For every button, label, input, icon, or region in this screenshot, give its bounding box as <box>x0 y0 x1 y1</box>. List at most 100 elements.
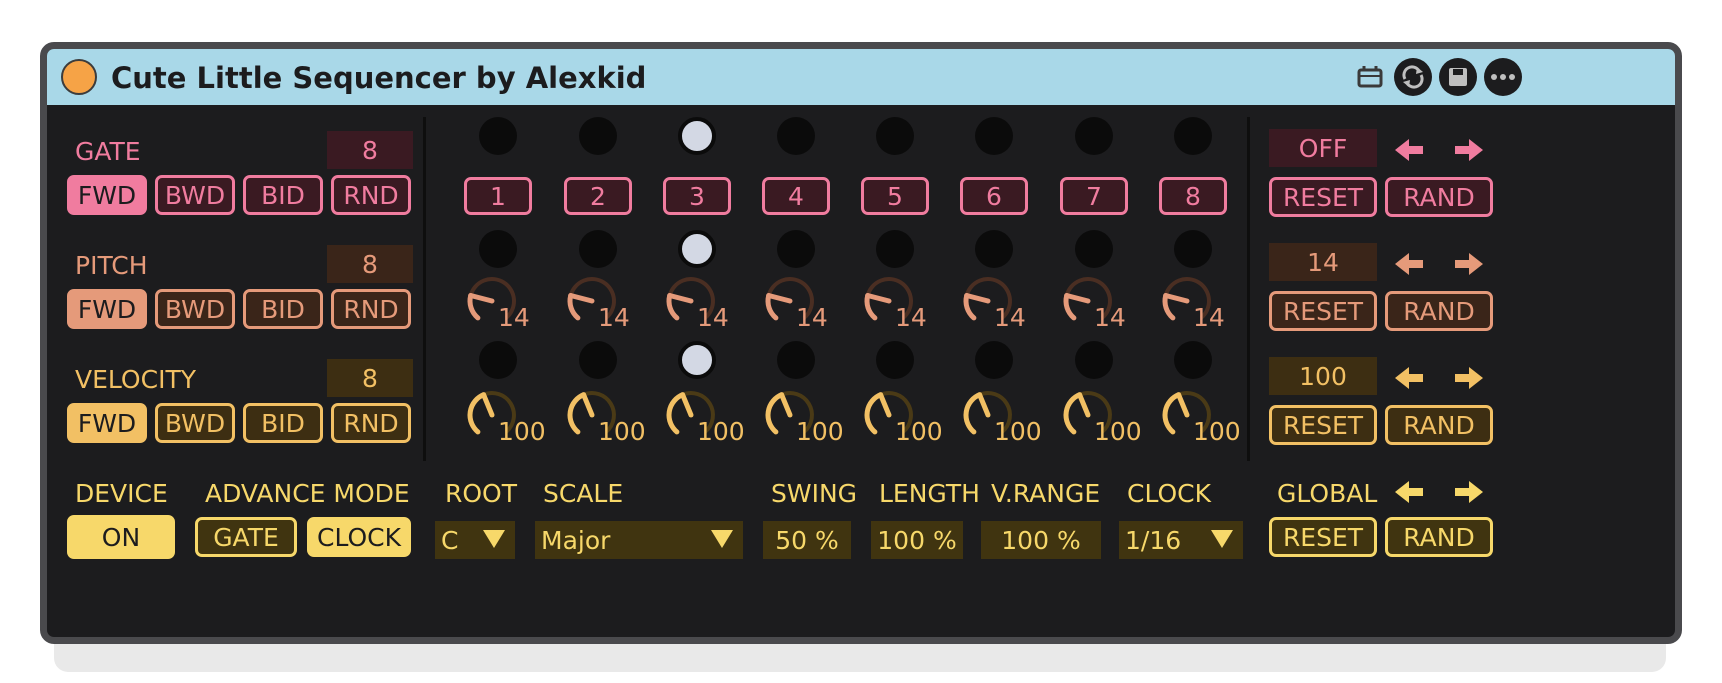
velocity-step-6-knob[interactable]: 100 <box>958 377 1048 455</box>
gate-step-7-button[interactable]: 7 <box>1060 177 1128 215</box>
gate-next-arrow-icon[interactable] <box>1451 137 1485 163</box>
global-reset-button[interactable]: RESET <box>1269 517 1377 557</box>
gate-step-5-button[interactable]: 5 <box>861 177 929 215</box>
device-on-button[interactable]: ON <box>67 515 175 559</box>
gate-mode-bid-button[interactable]: BID <box>243 175 323 215</box>
velocity-knob-value: 100 <box>498 417 546 446</box>
pitch-step-3-knob[interactable]: 14 <box>661 263 751 341</box>
velocity-next-arrow-icon[interactable] <box>1451 365 1485 391</box>
gate-step-8-button[interactable]: 8 <box>1159 177 1227 215</box>
gate-step-6-button[interactable]: 6 <box>960 177 1028 215</box>
advance-mode-label: ADVANCE MODE <box>205 479 410 508</box>
gate-length[interactable]: 8 <box>327 131 413 169</box>
velocity-step-4-knob[interactable]: 100 <box>760 377 850 455</box>
title-bar: Cute Little Sequencer by Alexkid <box>47 49 1675 105</box>
velocity-label: VELOCITY <box>75 365 196 394</box>
pitch-mode-bwd-button[interactable]: BWD <box>155 289 235 329</box>
global-rand-button[interactable]: RAND <box>1385 517 1493 557</box>
gate-step-indicator <box>975 117 1013 155</box>
swing-value[interactable]: 50 % <box>763 521 851 559</box>
velocity-prev-arrow-icon[interactable] <box>1393 365 1427 391</box>
pitch-knob-value: 14 <box>1193 303 1225 332</box>
pitch-value[interactable]: 14 <box>1269 243 1377 281</box>
clock-menu[interactable]: 1/16 <box>1119 521 1243 559</box>
gate-mode-fwd-button[interactable]: FWD <box>67 175 147 215</box>
pitch-step-2-knob[interactable]: 14 <box>562 263 652 341</box>
velocity-step-3-knob[interactable]: 100 <box>661 377 751 455</box>
gate-step-3-button[interactable]: 3 <box>663 177 731 215</box>
pitch-length[interactable]: 8 <box>327 245 413 283</box>
root-menu[interactable]: C <box>435 521 515 559</box>
clock-label: CLOCK <box>1127 479 1212 508</box>
save-icon[interactable] <box>1439 58 1477 96</box>
gate-step-indicator <box>1174 117 1212 155</box>
velocity-knob-value: 100 <box>1193 417 1241 446</box>
pitch-step-1-knob[interactable]: 14 <box>462 263 552 341</box>
sync-icon[interactable] <box>1394 58 1432 96</box>
velocity-step-2-knob[interactable]: 100 <box>562 377 652 455</box>
velocity-knob-value: 100 <box>1094 417 1142 446</box>
pitch-mode-fwd-button[interactable]: FWD <box>67 289 147 329</box>
velocity-knob-value: 100 <box>697 417 745 446</box>
advance-gate-button[interactable]: GATE <box>195 517 297 557</box>
pitch-rand-button[interactable]: RAND <box>1385 291 1493 331</box>
vrange-label: V.RANGE <box>991 479 1101 508</box>
vrange-value[interactable]: 100 % <box>981 521 1101 559</box>
velocity-knob-value: 100 <box>895 417 943 446</box>
device-icon[interactable] <box>1351 58 1389 96</box>
device-window: Cute Little Sequencer by Alexkid GATE 8 … <box>40 42 1682 644</box>
velocity-step-indicator <box>1174 341 1212 379</box>
gate-prev-arrow-icon[interactable] <box>1393 137 1427 163</box>
velocity-step-indicator <box>579 341 617 379</box>
gate-mode-rnd-button[interactable]: RND <box>331 175 411 215</box>
gate-value[interactable]: OFF <box>1269 129 1377 167</box>
velocity-length[interactable]: 8 <box>327 359 413 397</box>
velocity-knob-value: 100 <box>598 417 646 446</box>
more-icon[interactable] <box>1484 58 1522 96</box>
gate-step-4-button[interactable]: 4 <box>762 177 830 215</box>
gate-reset-button[interactable]: RESET <box>1269 177 1377 217</box>
pitch-mode-bid-button[interactable]: BID <box>243 289 323 329</box>
gate-step-indicator <box>678 117 716 155</box>
gate-step-2-button[interactable]: 2 <box>564 177 632 215</box>
clock-value: 1/16 <box>1125 525 1182 555</box>
gate-mode-bwd-button[interactable]: BWD <box>155 175 235 215</box>
velocity-mode-bid-button[interactable]: BID <box>243 403 323 443</box>
pitch-step-6-knob[interactable]: 14 <box>958 263 1048 341</box>
length-value[interactable]: 100 % <box>871 521 963 559</box>
pitch-next-arrow-icon[interactable] <box>1451 251 1485 277</box>
pitch-knob-value: 14 <box>796 303 828 332</box>
velocity-step-5-knob[interactable]: 100 <box>859 377 949 455</box>
velocity-mode-fwd-button[interactable]: FWD <box>67 403 147 443</box>
velocity-value[interactable]: 100 <box>1269 357 1377 395</box>
advance-clock-button[interactable]: CLOCK <box>307 517 411 557</box>
pitch-step-4-knob[interactable]: 14 <box>760 263 850 341</box>
gate-rand-button[interactable]: RAND <box>1385 177 1493 217</box>
right-divider <box>1247 117 1250 461</box>
velocity-step-indicator <box>975 341 1013 379</box>
pitch-mode-rnd-button[interactable]: RND <box>331 289 411 329</box>
global-prev-arrow-icon[interactable] <box>1393 479 1427 505</box>
velocity-step-indicator <box>678 341 716 379</box>
pitch-prev-arrow-icon[interactable] <box>1393 251 1427 277</box>
window-title: Cute Little Sequencer by Alexkid <box>111 61 647 95</box>
gate-step-indicator <box>479 117 517 155</box>
velocity-rand-button[interactable]: RAND <box>1385 405 1493 445</box>
scale-menu[interactable]: Major <box>535 521 743 559</box>
velocity-step-7-knob[interactable]: 100 <box>1058 377 1148 455</box>
velocity-mode-bwd-button[interactable]: BWD <box>155 403 235 443</box>
pitch-step-5-knob[interactable]: 14 <box>859 263 949 341</box>
velocity-step-1-knob[interactable]: 100 <box>462 377 552 455</box>
velocity-step-8-knob[interactable]: 100 <box>1157 377 1247 455</box>
root-label: ROOT <box>445 479 517 508</box>
device-power-toggle[interactable] <box>61 59 97 95</box>
velocity-mode-rnd-button[interactable]: RND <box>331 403 411 443</box>
pitch-step-8-knob[interactable]: 14 <box>1157 263 1247 341</box>
gate-step-1-button[interactable]: 1 <box>464 177 532 215</box>
global-next-arrow-icon[interactable] <box>1451 479 1485 505</box>
velocity-reset-button[interactable]: RESET <box>1269 405 1377 445</box>
pitch-knob-value: 14 <box>1094 303 1126 332</box>
pitch-reset-button[interactable]: RESET <box>1269 291 1377 331</box>
length-label: LENGTH <box>879 479 980 508</box>
pitch-step-7-knob[interactable]: 14 <box>1058 263 1148 341</box>
